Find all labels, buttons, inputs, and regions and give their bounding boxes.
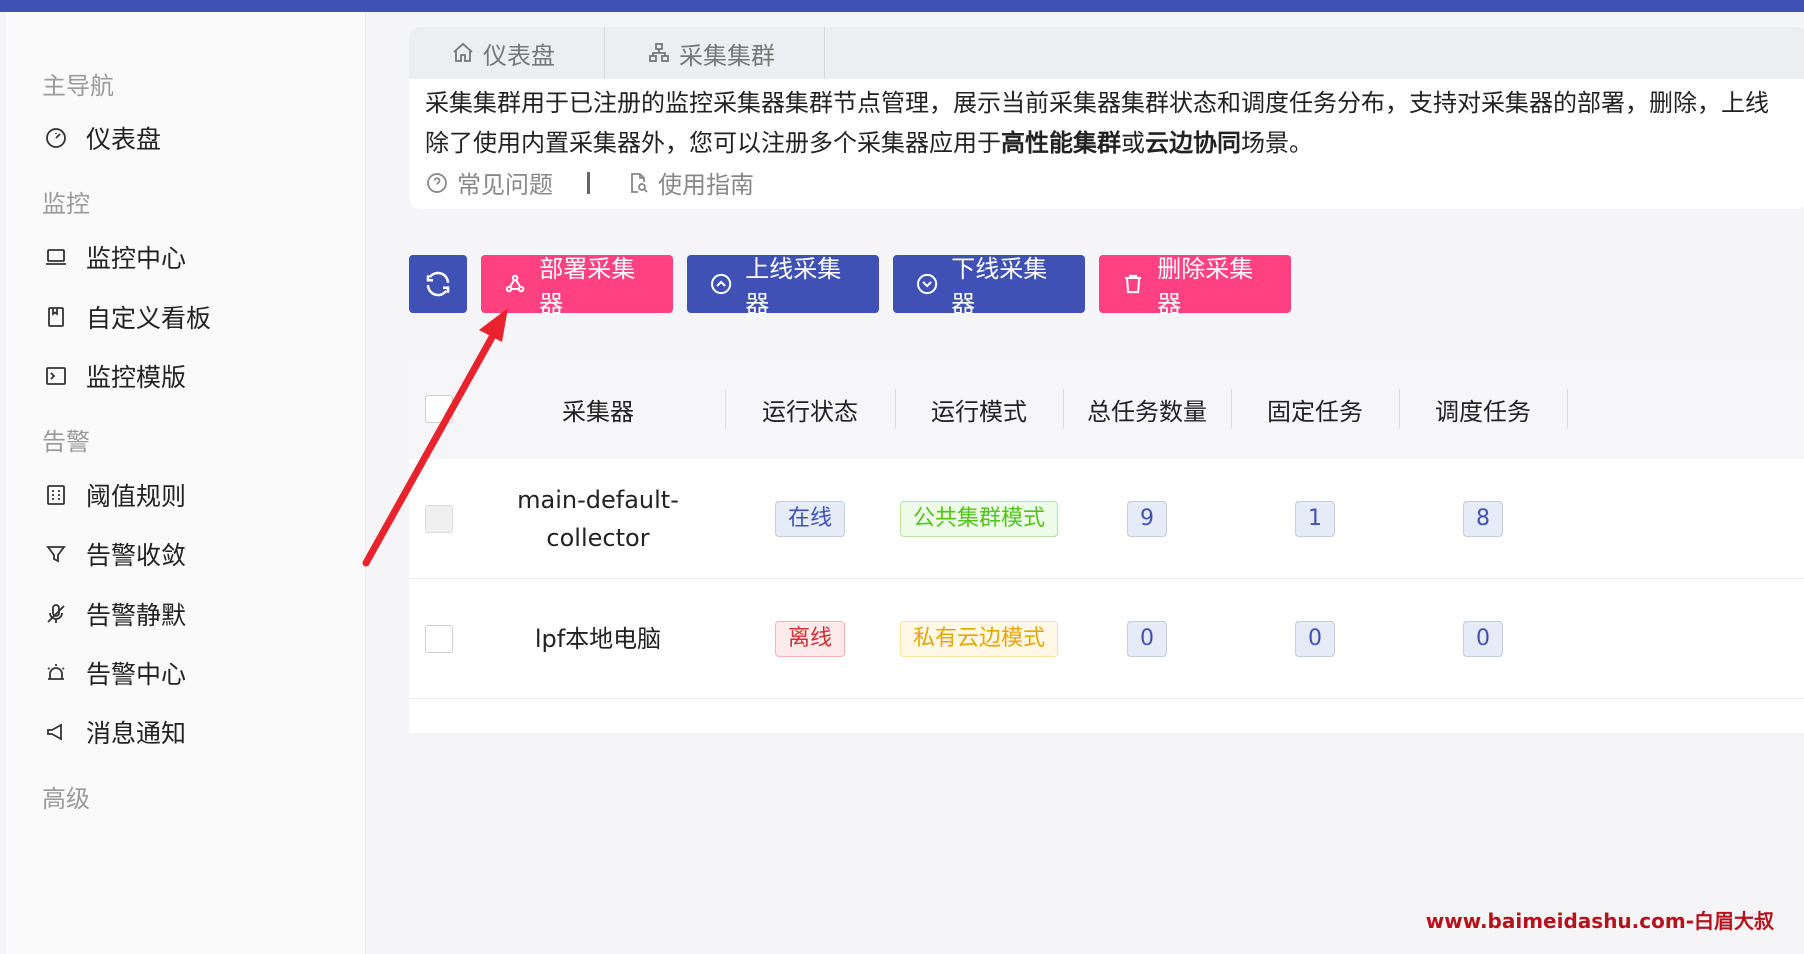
sidebar-item-alert-center[interactable]: 告警中心: [42, 653, 186, 693]
chevron-down-circle-icon: [917, 273, 938, 295]
mode-badge: 私有云边模式: [899, 621, 1058, 657]
home-icon: [453, 42, 473, 62]
info-card: 仪表盘 采集集群 采集集群用于已注册的监控采集器集群节点管理，展示当前采集器集群…: [409, 27, 1804, 209]
sidebar-item-notice[interactable]: 消息通知: [42, 712, 186, 752]
help-links: 常见问题 使用指南: [425, 165, 754, 200]
mode-cell: 私有云边模式: [895, 579, 1063, 699]
laptop-icon: [42, 243, 70, 271]
sidebar-item-label: 告警中心: [86, 660, 187, 689]
sidebar-item-custom-board[interactable]: 自定义看板: [42, 297, 211, 337]
alarm-light-icon: [42, 659, 70, 687]
total-cell: 9: [1063, 459, 1231, 579]
faq-link[interactable]: 常见问题: [425, 165, 553, 200]
dispatch-tasks-badge: 0: [1463, 621, 1503, 657]
sidebar-item-label: 消息通知: [86, 719, 187, 748]
header-mode[interactable]: 运行模式: [895, 359, 1063, 459]
fixed-cell: 1: [1231, 459, 1399, 579]
delete-collector-button[interactable]: 删除采集器: [1099, 255, 1291, 318]
header-total-tasks[interactable]: 总任务数量: [1063, 359, 1231, 459]
status-cell: 离线: [725, 579, 895, 699]
header-collector[interactable]: 采集器: [471, 359, 725, 459]
top-accent-bar: [0, 0, 1804, 12]
header-divider: [1567, 389, 1568, 429]
nav-group-alert: 告警: [42, 428, 90, 456]
offline-collector-button[interactable]: 下线采集器: [893, 255, 1085, 318]
sidebar-item-label: 自定义看板: [86, 304, 212, 333]
tab-label: 仪表盘: [483, 41, 555, 70]
document-search-icon: [631, 172, 648, 193]
select-all-checkbox[interactable]: [425, 395, 453, 423]
tab-dashboard[interactable]: 仪表盘: [409, 27, 605, 79]
status-badge: 在线: [774, 501, 845, 537]
row-checkbox[interactable]: [425, 625, 453, 653]
sidebar-item-label: 阈值规则: [86, 482, 187, 511]
nodes-icon: [505, 274, 525, 293]
header-dispatch-tasks[interactable]: 调度任务: [1399, 359, 1567, 459]
sidebar-item-label: 告警静默: [86, 601, 187, 630]
total-tasks-badge: 9: [1127, 501, 1167, 537]
collector-name: main-default- collector: [517, 486, 679, 552]
sidebar-item-dashboard[interactable]: 仪表盘: [42, 118, 161, 158]
chevron-up-circle-icon: [711, 273, 732, 295]
nav-group-monitor: 监控: [42, 190, 90, 218]
fixed-tasks-badge: 0: [1295, 621, 1335, 657]
total-cell: 0: [1063, 579, 1231, 699]
divider: [587, 171, 590, 194]
nav-group-main: 主导航: [42, 72, 114, 100]
breadcrumb: 仪表盘 采集集群: [409, 27, 1804, 79]
question-circle-icon: [427, 172, 447, 193]
tab-collector-cluster[interactable]: 采集集群: [605, 27, 825, 79]
collector-name: lpf本地电脑: [534, 625, 662, 653]
bookmark-icon: [42, 303, 70, 331]
trash-icon: [1125, 274, 1142, 294]
mic-off-icon: [42, 600, 70, 628]
nav-group-advanced: 高级: [42, 785, 90, 813]
sidebar-item-label: 监控中心: [86, 244, 187, 273]
deploy-collector-button[interactable]: 部署采集器: [481, 255, 673, 318]
dispatch-cell: 0: [1399, 579, 1567, 699]
status-badge: 离线: [774, 621, 845, 657]
mode-cell: 公共集群模式: [895, 459, 1063, 579]
toolbar: 部署采集器 上线采集器 下线采集器 删除采集器: [409, 255, 1291, 318]
sidebar: 主导航 仪表盘 监控 监控中心 自定义看板 监控模版 告警 阈值规则 告警收敛 …: [6, 12, 366, 954]
sidebar-item-label: 监控模版: [86, 363, 187, 392]
sidebar-item-monitor-center[interactable]: 监控中心: [42, 237, 186, 277]
filter-icon: [42, 540, 70, 568]
sidebar-item-alert-silence[interactable]: 告警静默: [42, 594, 186, 634]
sidebar-item-monitor-template[interactable]: 监控模版: [42, 356, 186, 396]
sidebar-item-threshold-rules[interactable]: 阈值规则: [42, 475, 186, 515]
online-collector-button[interactable]: 上线采集器: [687, 255, 879, 318]
row-checkbox[interactable]: [425, 505, 453, 533]
dispatch-cell: 8: [1399, 459, 1567, 579]
guide-link[interactable]: 使用指南: [626, 165, 754, 200]
fixed-cell: 0: [1231, 579, 1399, 699]
sidebar-item-alert-converge[interactable]: 告警收敛: [42, 534, 186, 574]
header-fixed-tasks[interactable]: 固定任务: [1231, 359, 1399, 459]
total-tasks-badge: 0: [1127, 621, 1167, 657]
refresh-button[interactable]: [409, 255, 467, 313]
mode-badge: 公共集群模式: [899, 501, 1058, 537]
description-line-2: 除了使用内置采集器外，您可以注册多个采集器应用于高性能集群或云边协同场景。: [425, 129, 1313, 157]
cluster-icon: [649, 43, 669, 62]
refresh-icon: [426, 271, 450, 297]
gauge-icon: [42, 124, 70, 152]
header-status[interactable]: 运行状态: [725, 359, 895, 459]
tab-label: 采集集群: [679, 41, 775, 70]
description-line-1: 采集集群用于已注册的监控采集器集群节点管理，展示当前采集器集群状态和调度任务分布…: [425, 89, 1769, 117]
main-content: 仪表盘 采集集群 采集集群用于已注册的监控采集器集群节点管理，展示当前采集器集群…: [367, 12, 1804, 954]
watermark: www.baimeidashu.com-白眉大叔: [1425, 909, 1774, 933]
collector-table: 采集器 运行状态 运行模式 总任务数量 固定任务 调度任务 main-defau…: [409, 359, 1804, 733]
table-row[interactable]: lpf本地电脑 离线 私有云边模式 0 0 0: [409, 579, 1804, 699]
fixed-tasks-badge: 1: [1295, 501, 1335, 537]
calculator-icon: [42, 481, 70, 509]
table-header: 采集器 运行状态 运行模式 总任务数量 固定任务 调度任务: [409, 359, 1804, 459]
status-cell: 在线: [725, 459, 895, 579]
megaphone-icon: [42, 718, 70, 746]
sidebar-item-label: 告警收敛: [86, 541, 187, 570]
dispatch-tasks-badge: 8: [1463, 501, 1503, 537]
terminal-icon: [42, 362, 70, 390]
page-description: 采集集群用于已注册的监控采集器集群节点管理，展示当前采集器集群状态和调度任务分布…: [425, 83, 1804, 163]
table-row[interactable]: main-default- collector 在线 公共集群模式 9 1 8: [409, 459, 1804, 579]
sidebar-item-label: 仪表盘: [86, 125, 162, 154]
